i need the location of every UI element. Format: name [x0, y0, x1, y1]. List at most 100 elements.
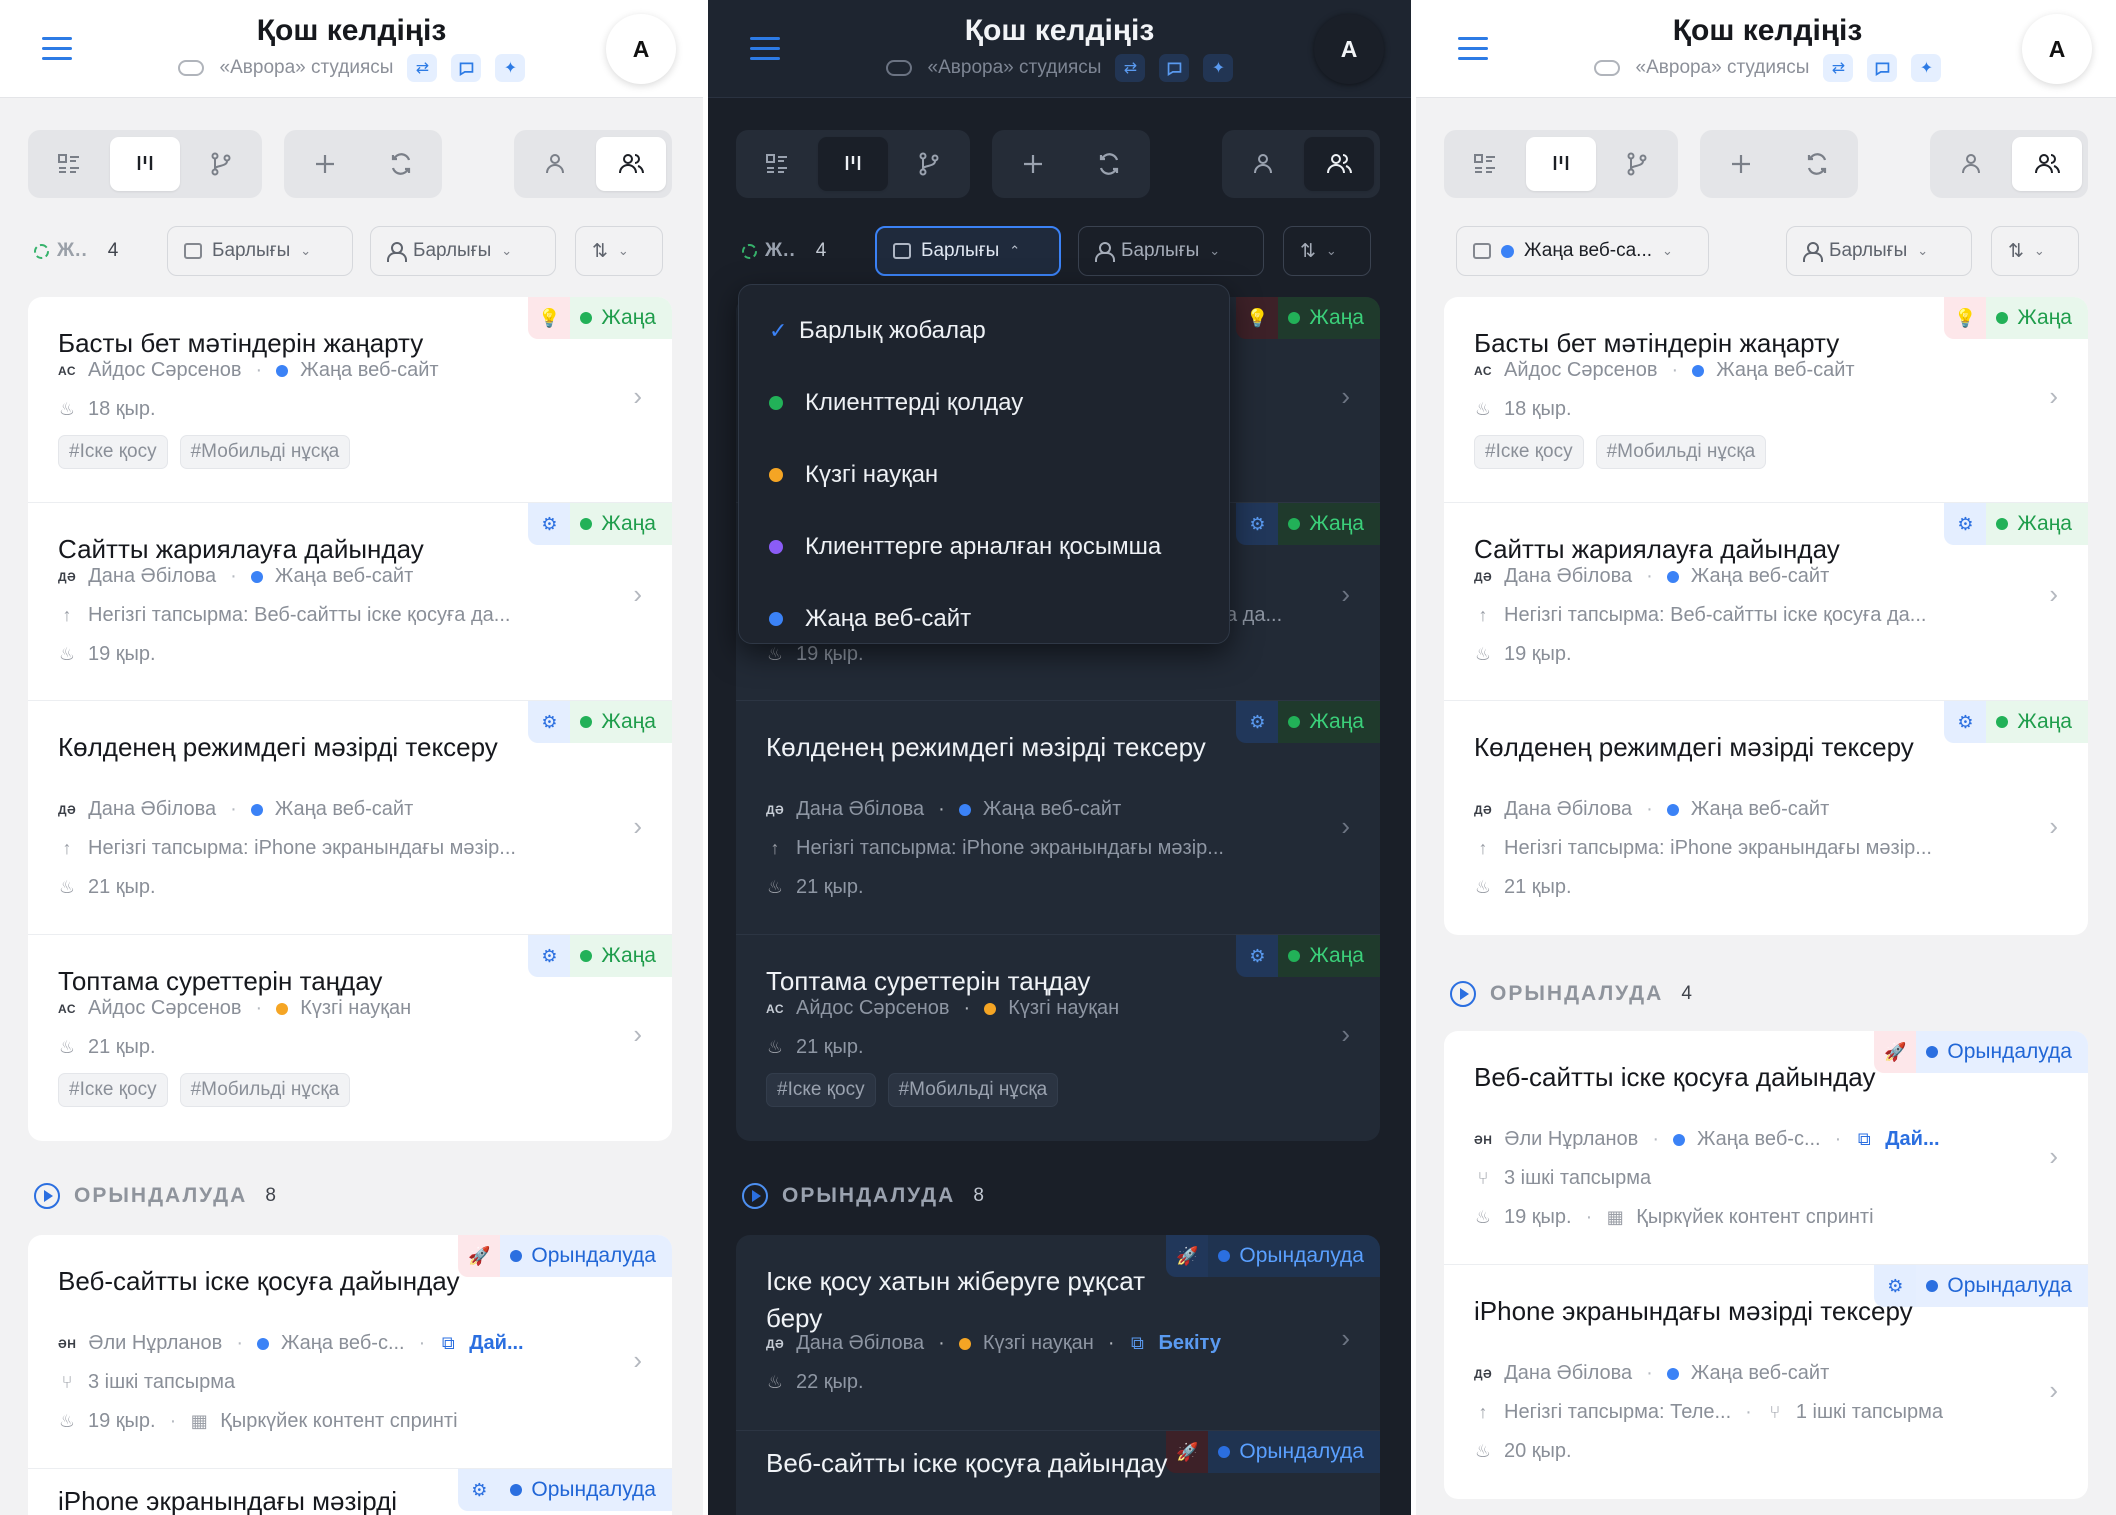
- board-view-icon[interactable]: [1526, 137, 1596, 191]
- task-card[interactable]: ⚙ Жаңа Көлденең режимдегі мәзірді тексеру…: [736, 701, 1380, 935]
- status-column-header[interactable]: Ж.. 4: [742, 240, 826, 262]
- list-view-icon[interactable]: [1450, 137, 1520, 191]
- task-card[interactable]: 🚀 Орындалуда Іске қосу хатын жіберуге рұқ…: [736, 1235, 1380, 1431]
- person-icon[interactable]: [1936, 137, 2006, 191]
- dropdown-item-all[interactable]: ✓ Барлық жобалар: [739, 295, 1229, 367]
- tag[interactable]: #Мобильді нұсқа: [179, 435, 351, 469]
- people-icon[interactable]: [1304, 137, 1374, 191]
- section-in-progress[interactable]: ОРЫНДАЛУДА 8: [742, 1183, 984, 1209]
- task-card[interactable]: ⚙ Жаңа Топтама суреттерін таңдау АС Айдос …: [736, 935, 1380, 1141]
- workflow-link[interactable]: Дай...: [1885, 1128, 1939, 1151]
- task-card[interactable]: ⚙ Жаңа Сайтты жариялауға дайындау ДӘ Дана …: [28, 503, 672, 701]
- sync-icon[interactable]: ⇄: [407, 54, 438, 82]
- task-card[interactable]: ⚙ Жаңа Топтама суреттерін таңдау АС Айдос …: [28, 935, 672, 1141]
- task-card[interactable]: 💡 Жаңа Басты бет мәтіндерін жаңарту АС Айд…: [28, 297, 672, 503]
- task-card[interactable]: 🚀 Орындалуда Веб-сайтты іске қосуға дайын…: [28, 1235, 672, 1469]
- dropdown-item-client-app[interactable]: Клиенттерге арналған қосымша: [739, 511, 1229, 583]
- add-icon[interactable]: [1706, 137, 1776, 191]
- task-card[interactable]: ⚙ Жаңа Көлденең режимдегі мәзірді тексеру…: [28, 701, 672, 935]
- section-in-progress[interactable]: ОРЫНДАЛУДА 4: [1450, 981, 1692, 1007]
- dropdown-item-support[interactable]: Клиенттерді қолдау: [739, 367, 1229, 439]
- section-in-progress[interactable]: ОРЫНДАЛУДА 8: [34, 1183, 276, 1209]
- chevron-right-icon[interactable]: ›: [2049, 381, 2058, 412]
- parent-arrow-icon: ↑: [1478, 1402, 1488, 1422]
- assignee-filter[interactable]: Барлығы ⌄: [1786, 226, 1972, 276]
- chevron-right-icon[interactable]: ›: [2049, 1375, 2058, 1406]
- sync-icon[interactable]: ⇄: [1823, 54, 1854, 82]
- branch-view-icon[interactable]: [1602, 137, 1672, 191]
- branch-view-icon[interactable]: [894, 137, 964, 191]
- workflow-link[interactable]: Бекіту: [1158, 1332, 1220, 1355]
- chevron-right-icon[interactable]: ›: [633, 1019, 642, 1050]
- chevron-right-icon[interactable]: ›: [2049, 1141, 2058, 1172]
- refresh-icon[interactable]: [366, 137, 436, 191]
- sync-icon[interactable]: ⇄: [1115, 54, 1146, 82]
- branch-view-icon[interactable]: [186, 137, 256, 191]
- chat-icon[interactable]: [1867, 54, 1898, 82]
- list-view-icon[interactable]: [34, 137, 104, 191]
- chevron-right-icon[interactable]: ›: [1341, 1323, 1350, 1354]
- task-card[interactable]: 💡 Жаңа Басты бет мәтіндерін жаңарту АС Айд…: [1444, 297, 2088, 503]
- person-icon[interactable]: [520, 137, 590, 191]
- status-column-header[interactable]: Ж.. 4: [34, 240, 118, 262]
- project-filter[interactable]: Барлығы ⌄: [167, 226, 353, 276]
- tag[interactable]: #Іске қосу: [58, 435, 168, 469]
- chevron-right-icon[interactable]: ›: [633, 811, 642, 842]
- list-view-icon[interactable]: [742, 137, 812, 191]
- task-card[interactable]: ⚙ Орындалуда iPhone экранындағы мәзірді т…: [1444, 1265, 2088, 1499]
- refresh-icon[interactable]: [1782, 137, 1852, 191]
- people-icon[interactable]: [596, 137, 666, 191]
- status-label: Ж..: [57, 240, 88, 261]
- avatar[interactable]: A: [606, 14, 676, 84]
- tag[interactable]: #Іске қосу: [58, 1073, 168, 1107]
- assignee-filter[interactable]: Барлығы ⌄: [1078, 226, 1264, 276]
- sparkle-icon[interactable]: ✦: [1911, 54, 1942, 82]
- tag[interactable]: #Мобильді нұсқа: [179, 1073, 351, 1107]
- chevron-right-icon[interactable]: ›: [633, 381, 642, 412]
- board-view-icon[interactable]: [818, 137, 888, 191]
- chevron-right-icon[interactable]: ›: [1341, 579, 1350, 610]
- sort-button[interactable]: ⇅ ⌄: [575, 226, 663, 276]
- chat-icon[interactable]: [451, 54, 482, 82]
- sort-button[interactable]: ⇅ ⌄: [1283, 226, 1371, 276]
- chevron-right-icon[interactable]: ›: [2049, 579, 2058, 610]
- person-icon[interactable]: [1228, 137, 1298, 191]
- refresh-icon[interactable]: [1074, 137, 1144, 191]
- project-filter[interactable]: Барлығы ⌃: [875, 226, 1061, 276]
- people-icon[interactable]: [2012, 137, 2082, 191]
- tag[interactable]: #Іске қосу: [766, 1073, 876, 1107]
- chevron-right-icon[interactable]: ›: [1341, 381, 1350, 412]
- task-title: Іске қосу хатын жіберуге рұқсат беру: [766, 1266, 1146, 1333]
- chevron-right-icon[interactable]: ›: [633, 579, 642, 610]
- tag[interactable]: #Мобильді нұсқа: [1595, 435, 1767, 469]
- assignee-filter-label: Барлығы: [1121, 240, 1200, 261]
- dropdown-item-autumn[interactable]: Күзгі науқан: [739, 439, 1229, 511]
- chevron-right-icon[interactable]: ›: [2049, 811, 2058, 842]
- board-view-icon[interactable]: [110, 137, 180, 191]
- task-card[interactable]: ⚙ Жаңа Сайтты жариялауға дайындау ДӘ Дана …: [1444, 503, 2088, 701]
- add-icon[interactable]: [290, 137, 360, 191]
- chevron-right-icon[interactable]: ›: [633, 1345, 642, 1376]
- task-card[interactable]: ⚙ Орындалуда iPhone экранындағы мәзірді: [28, 1469, 672, 1515]
- dropdown-item-new-site[interactable]: Жаңа веб-сайт: [739, 583, 1229, 655]
- tag[interactable]: #Мобильді нұсқа: [887, 1073, 1059, 1107]
- avatar[interactable]: A: [2022, 14, 2092, 84]
- task-card[interactable]: 🚀 Орындалуда Веб-сайтты іске қосуға дайын…: [736, 1431, 1380, 1515]
- dropdown-item-label: Клиенттерге арналған қосымша: [805, 533, 1162, 560]
- add-icon[interactable]: [998, 137, 1068, 191]
- workflow-link[interactable]: Дай...: [469, 1332, 523, 1355]
- chat-icon[interactable]: [1159, 54, 1190, 82]
- task-card[interactable]: 🚀 Орындалуда Веб-сайтты іске қосуға дайын…: [1444, 1031, 2088, 1265]
- sparkle-icon[interactable]: ✦: [1203, 54, 1234, 82]
- task-meta: ДӘ Дана Әбілова · Жаңа веб-сайт: [1474, 1362, 1830, 1384]
- assignee-filter[interactable]: Барлығы ⌄: [370, 226, 556, 276]
- sort-button[interactable]: ⇅ ⌄: [1991, 226, 2079, 276]
- chevron-right-icon[interactable]: ›: [1341, 811, 1350, 842]
- sparkle-icon[interactable]: ✦: [495, 54, 526, 82]
- chevron-right-icon[interactable]: ›: [1341, 1019, 1350, 1050]
- project-filter[interactable]: Жаңа веб-са... ⌄: [1456, 226, 1709, 276]
- avatar[interactable]: A: [1314, 14, 1384, 84]
- task-card[interactable]: ⚙ Жаңа Көлденең режимдегі мәзірді тексеру…: [1444, 701, 2088, 935]
- tag[interactable]: #Іске қосу: [1474, 435, 1584, 469]
- assignee-initials: АС: [58, 363, 77, 378]
